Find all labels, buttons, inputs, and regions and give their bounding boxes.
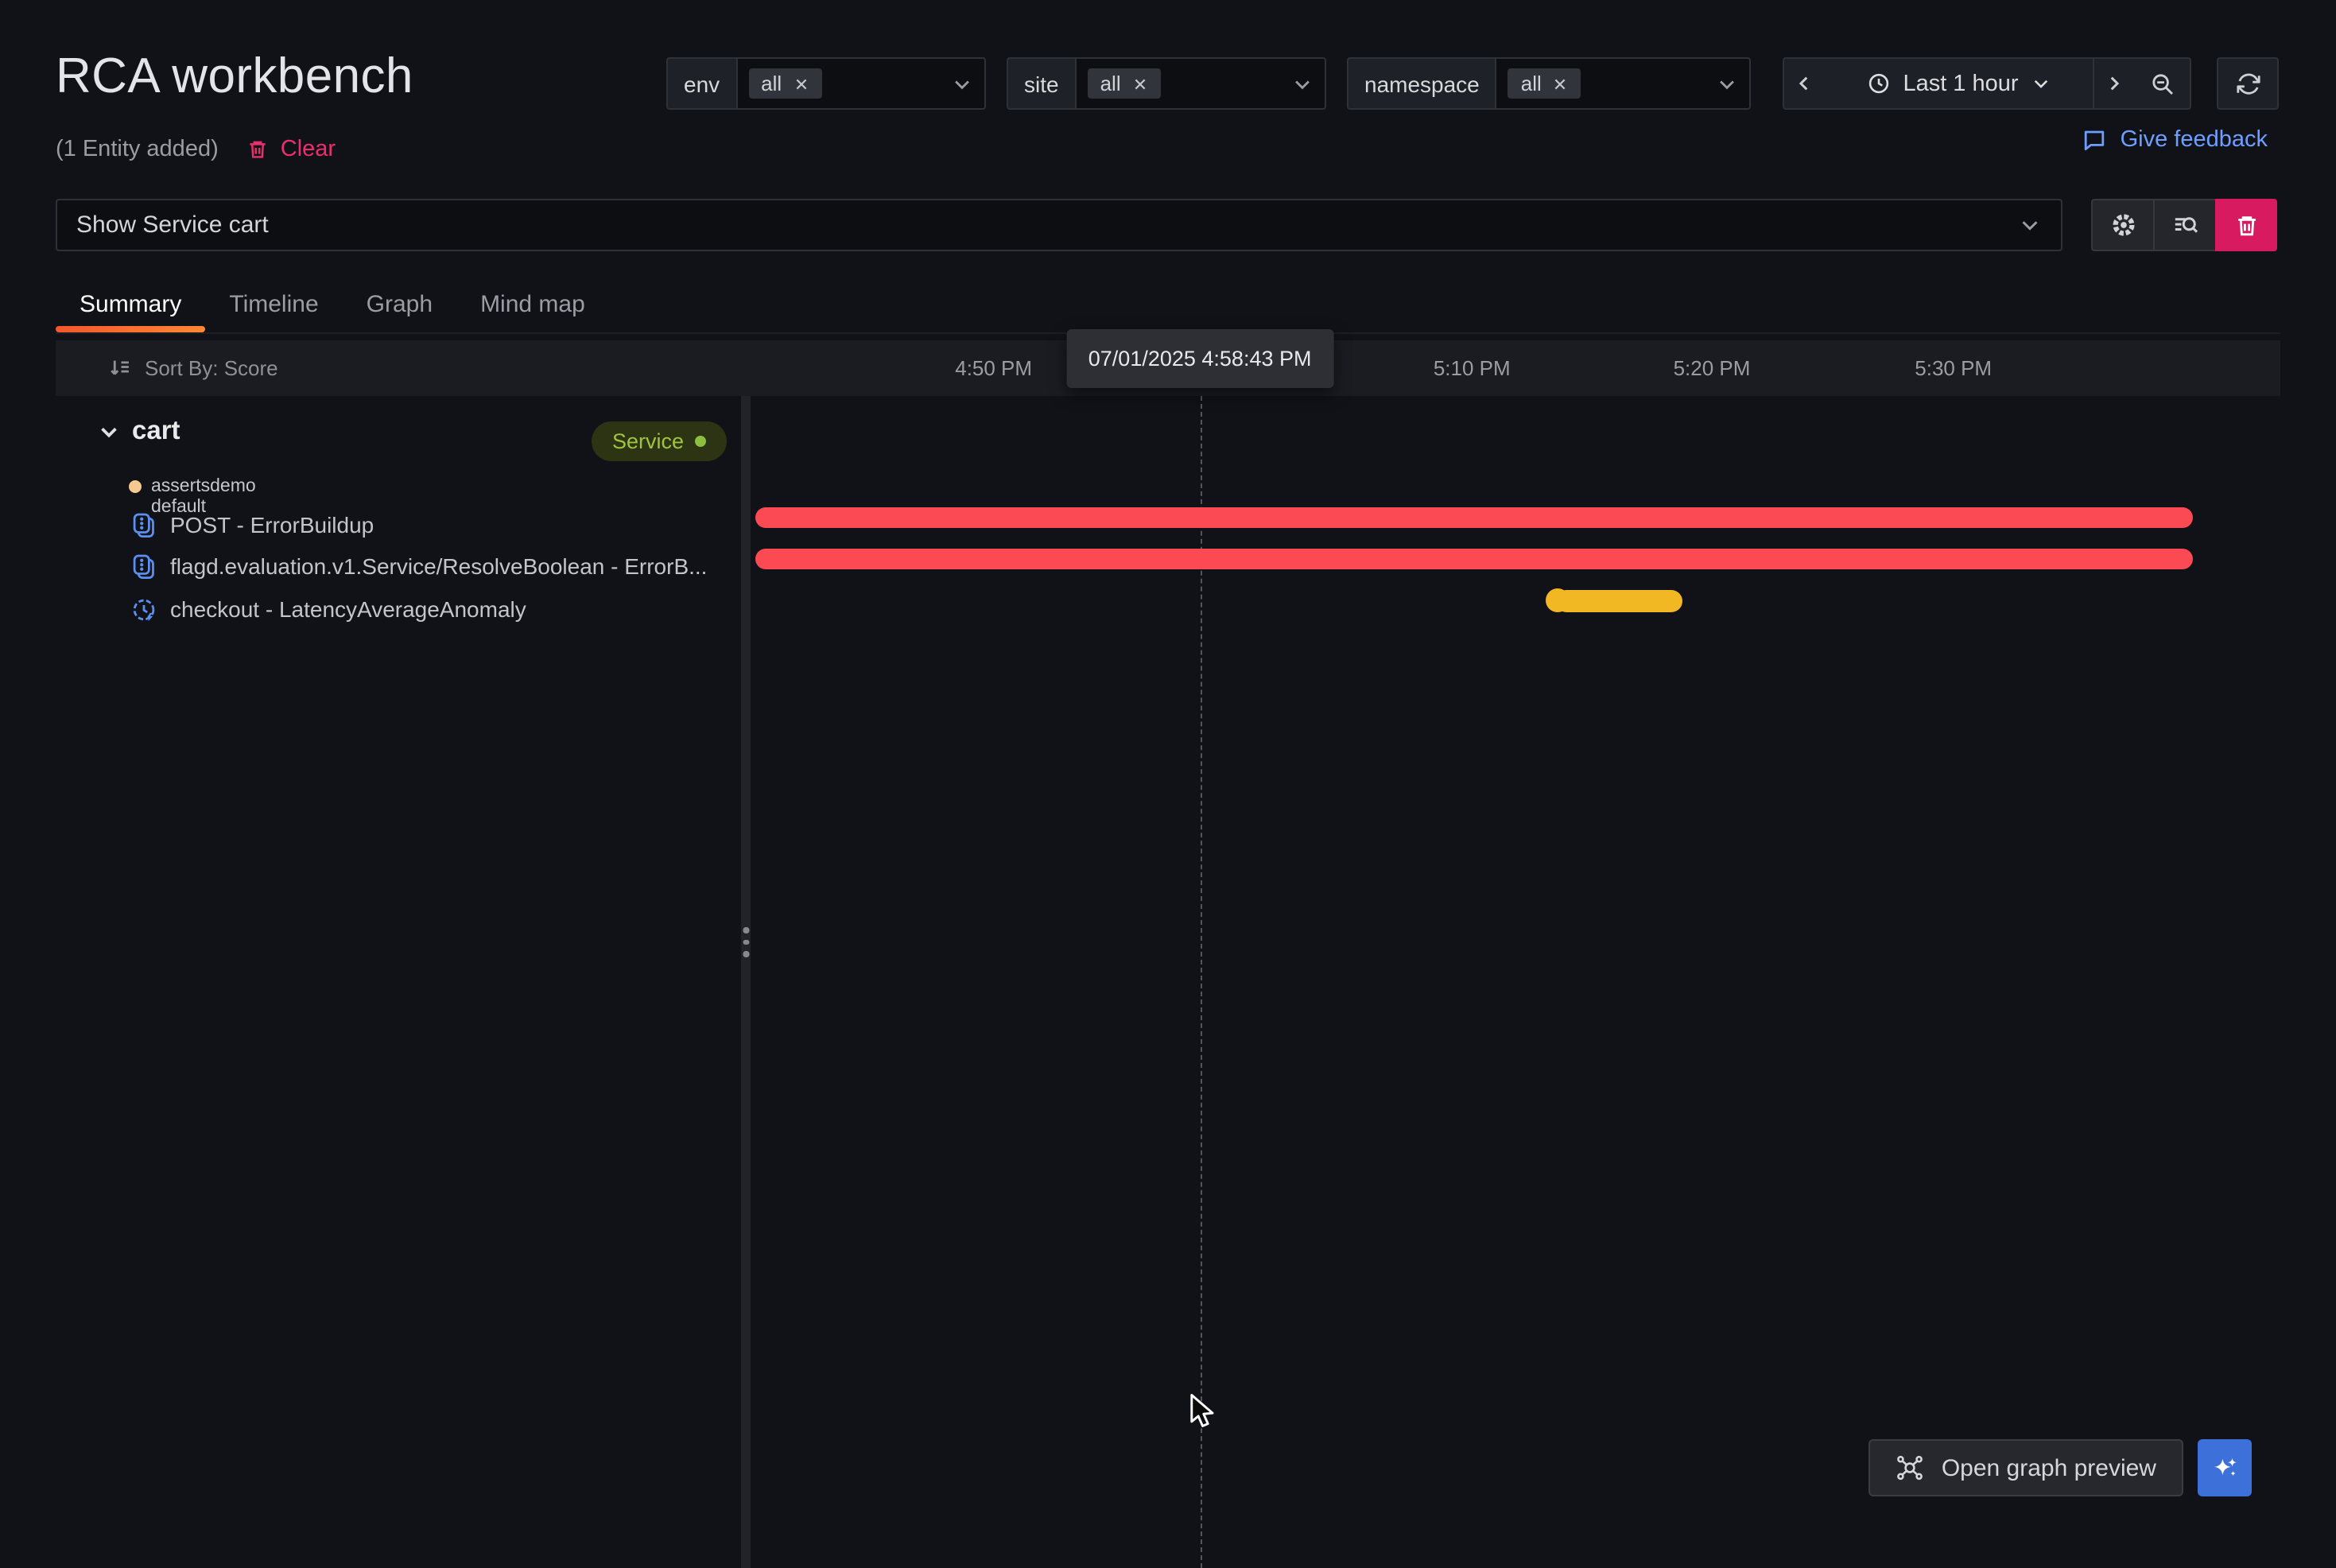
give-feedback-label: Give feedback [2121,127,2268,153]
chevron-right-icon [2104,73,2125,94]
clock-anomaly-icon [130,596,157,623]
assertion-label: POST - ErrorBuildup [170,512,374,538]
traffic-light-icon [130,511,157,538]
list-search-icon [2171,212,2198,239]
page-title: RCA workbench [56,48,413,105]
tab-timeline[interactable]: Timeline [205,275,342,332]
sort-by-control[interactable]: Sort By: Score [108,340,278,396]
delete-entity-button[interactable] [2215,199,2277,251]
rca-workbench-page: RCA workbench (1 Entity added) Clear Giv… [0,0,2336,1568]
site-filter-value: all [1100,72,1121,95]
search-assertions-button[interactable] [2153,199,2215,251]
chevron-down-icon [951,72,973,95]
open-graph-preview-button[interactable]: Open graph preview [1868,1439,2183,1496]
timeline-chart [752,396,2280,1568]
entity-action-buttons [2091,199,2277,251]
assertion-row[interactable]: checkout - LatencyAverageAnomaly [130,588,741,630]
comment-icon [2082,127,2108,153]
sparkles-icon [2211,1454,2238,1481]
time-tooltip: 07/01/2025 4:58:43 PM [1066,329,1334,388]
env-filter-select[interactable]: all [735,57,986,110]
close-icon[interactable] [1553,76,1569,91]
namespace-filter-select[interactable]: all [1496,57,1751,110]
entity-name: cart [132,417,180,447]
time-tick-label: 5:30 PM [1915,340,1992,396]
namespace-filter: namespace all [1347,57,1751,110]
assertion-label: checkout - LatencyAverageAnomaly [170,596,526,622]
namespace-filter-value: all [1521,72,1542,95]
sort-icon [108,356,132,380]
settings-button[interactable] [2091,199,2153,251]
drag-handle-icon [743,927,749,957]
time-tooltip-text: 07/01/2025 4:58:43 PM [1088,347,1312,371]
status-dot [695,436,706,447]
chevron-down-icon[interactable] [97,420,121,444]
time-tick-label: 5:10 PM [1434,340,1511,396]
entity-count-label: (1 Entity added) [56,137,219,162]
trash-icon [2233,212,2259,238]
clock-icon [1866,72,1890,95]
entity-type-label: Service [612,429,684,453]
entity-node-cart[interactable]: cart [97,417,180,447]
entity-tree-panel: cart Service assertsdemo default POST - … [56,396,741,1568]
tab-summary[interactable]: Summary [56,275,205,332]
tab-graph[interactable]: Graph [343,275,456,332]
site-filter-select[interactable]: all [1075,57,1326,110]
namespace-filter-label: namespace [1347,57,1496,110]
chevron-down-icon [1716,72,1738,95]
entity-summary-row: (1 Entity added) Clear [56,137,336,162]
entity-select[interactable]: Show Service cart [56,199,2062,251]
traffic-light-icon [130,553,157,580]
refresh-icon [2235,71,2260,96]
time-range-picker[interactable]: Last 1 hour [1824,57,2094,110]
close-icon[interactable] [1132,76,1148,91]
assertion-row[interactable]: flagd.evaluation.v1.Service/ResolveBoole… [130,545,741,587]
assertion-row[interactable]: POST - ErrorBuildup [130,504,741,545]
zoom-out-icon [2149,71,2175,96]
env-filter: env all [666,57,986,110]
panel-resize-handle[interactable] [741,396,751,1568]
time-range-back-button[interactable] [1783,57,1826,110]
time-tick-label: 5:20 PM [1674,340,1751,396]
ai-assistant-button[interactable] [2198,1439,2252,1496]
env-filter-value: all [761,72,782,95]
view-tabs: Summary Timeline Graph Mind map [56,275,2280,334]
playhead-line [1200,396,1201,1568]
env-filter-tag: all [748,68,821,99]
time-tick-label: 4:50 PM [955,340,1032,396]
scope-env: assertsdemo [151,477,256,497]
gear-icon [2109,212,2136,239]
env-filter-label: env [666,57,735,110]
open-graph-preview-label: Open graph preview [1942,1454,2156,1481]
trash-icon [247,138,270,161]
timeline-bar[interactable] [755,507,2194,528]
entity-select-value: Show Service cart [76,212,269,239]
timeline-bar[interactable] [1556,589,1683,611]
site-filter-label: site [1007,57,1075,110]
close-icon[interactable] [793,76,809,91]
zoom-out-time-button[interactable] [2134,57,2191,110]
namespace-filter-tag: all [1508,68,1581,99]
chevron-left-icon [1794,73,1814,94]
entity-type-badge: Service [592,421,727,461]
clear-entities-button[interactable]: Clear [247,137,336,162]
site-filter-tag: all [1088,68,1161,99]
refresh-button[interactable] [2217,57,2279,110]
env-dot-icon [129,480,142,493]
sort-by-label: Sort By: Score [145,356,278,380]
assertion-label: flagd.evaluation.v1.Service/ResolveBoole… [170,553,707,579]
give-feedback-link[interactable]: Give feedback [2082,127,2268,153]
chevron-down-icon [2031,73,2052,94]
chevron-down-icon [1291,72,1314,95]
site-filter: site all [1007,57,1326,110]
chevron-down-icon [2018,213,2042,237]
time-range-label: Last 1 hour [1903,71,2018,96]
time-range-forward-button[interactable] [2093,57,2136,110]
clear-label: Clear [281,137,336,162]
time-axis: 4:50 PM 5:10 PM 5:20 PM 5:30 PM [752,340,2280,396]
timeline-bar[interactable] [755,549,2194,569]
tab-mind-map[interactable]: Mind map [456,275,609,332]
network-icon [1896,1454,1924,1482]
